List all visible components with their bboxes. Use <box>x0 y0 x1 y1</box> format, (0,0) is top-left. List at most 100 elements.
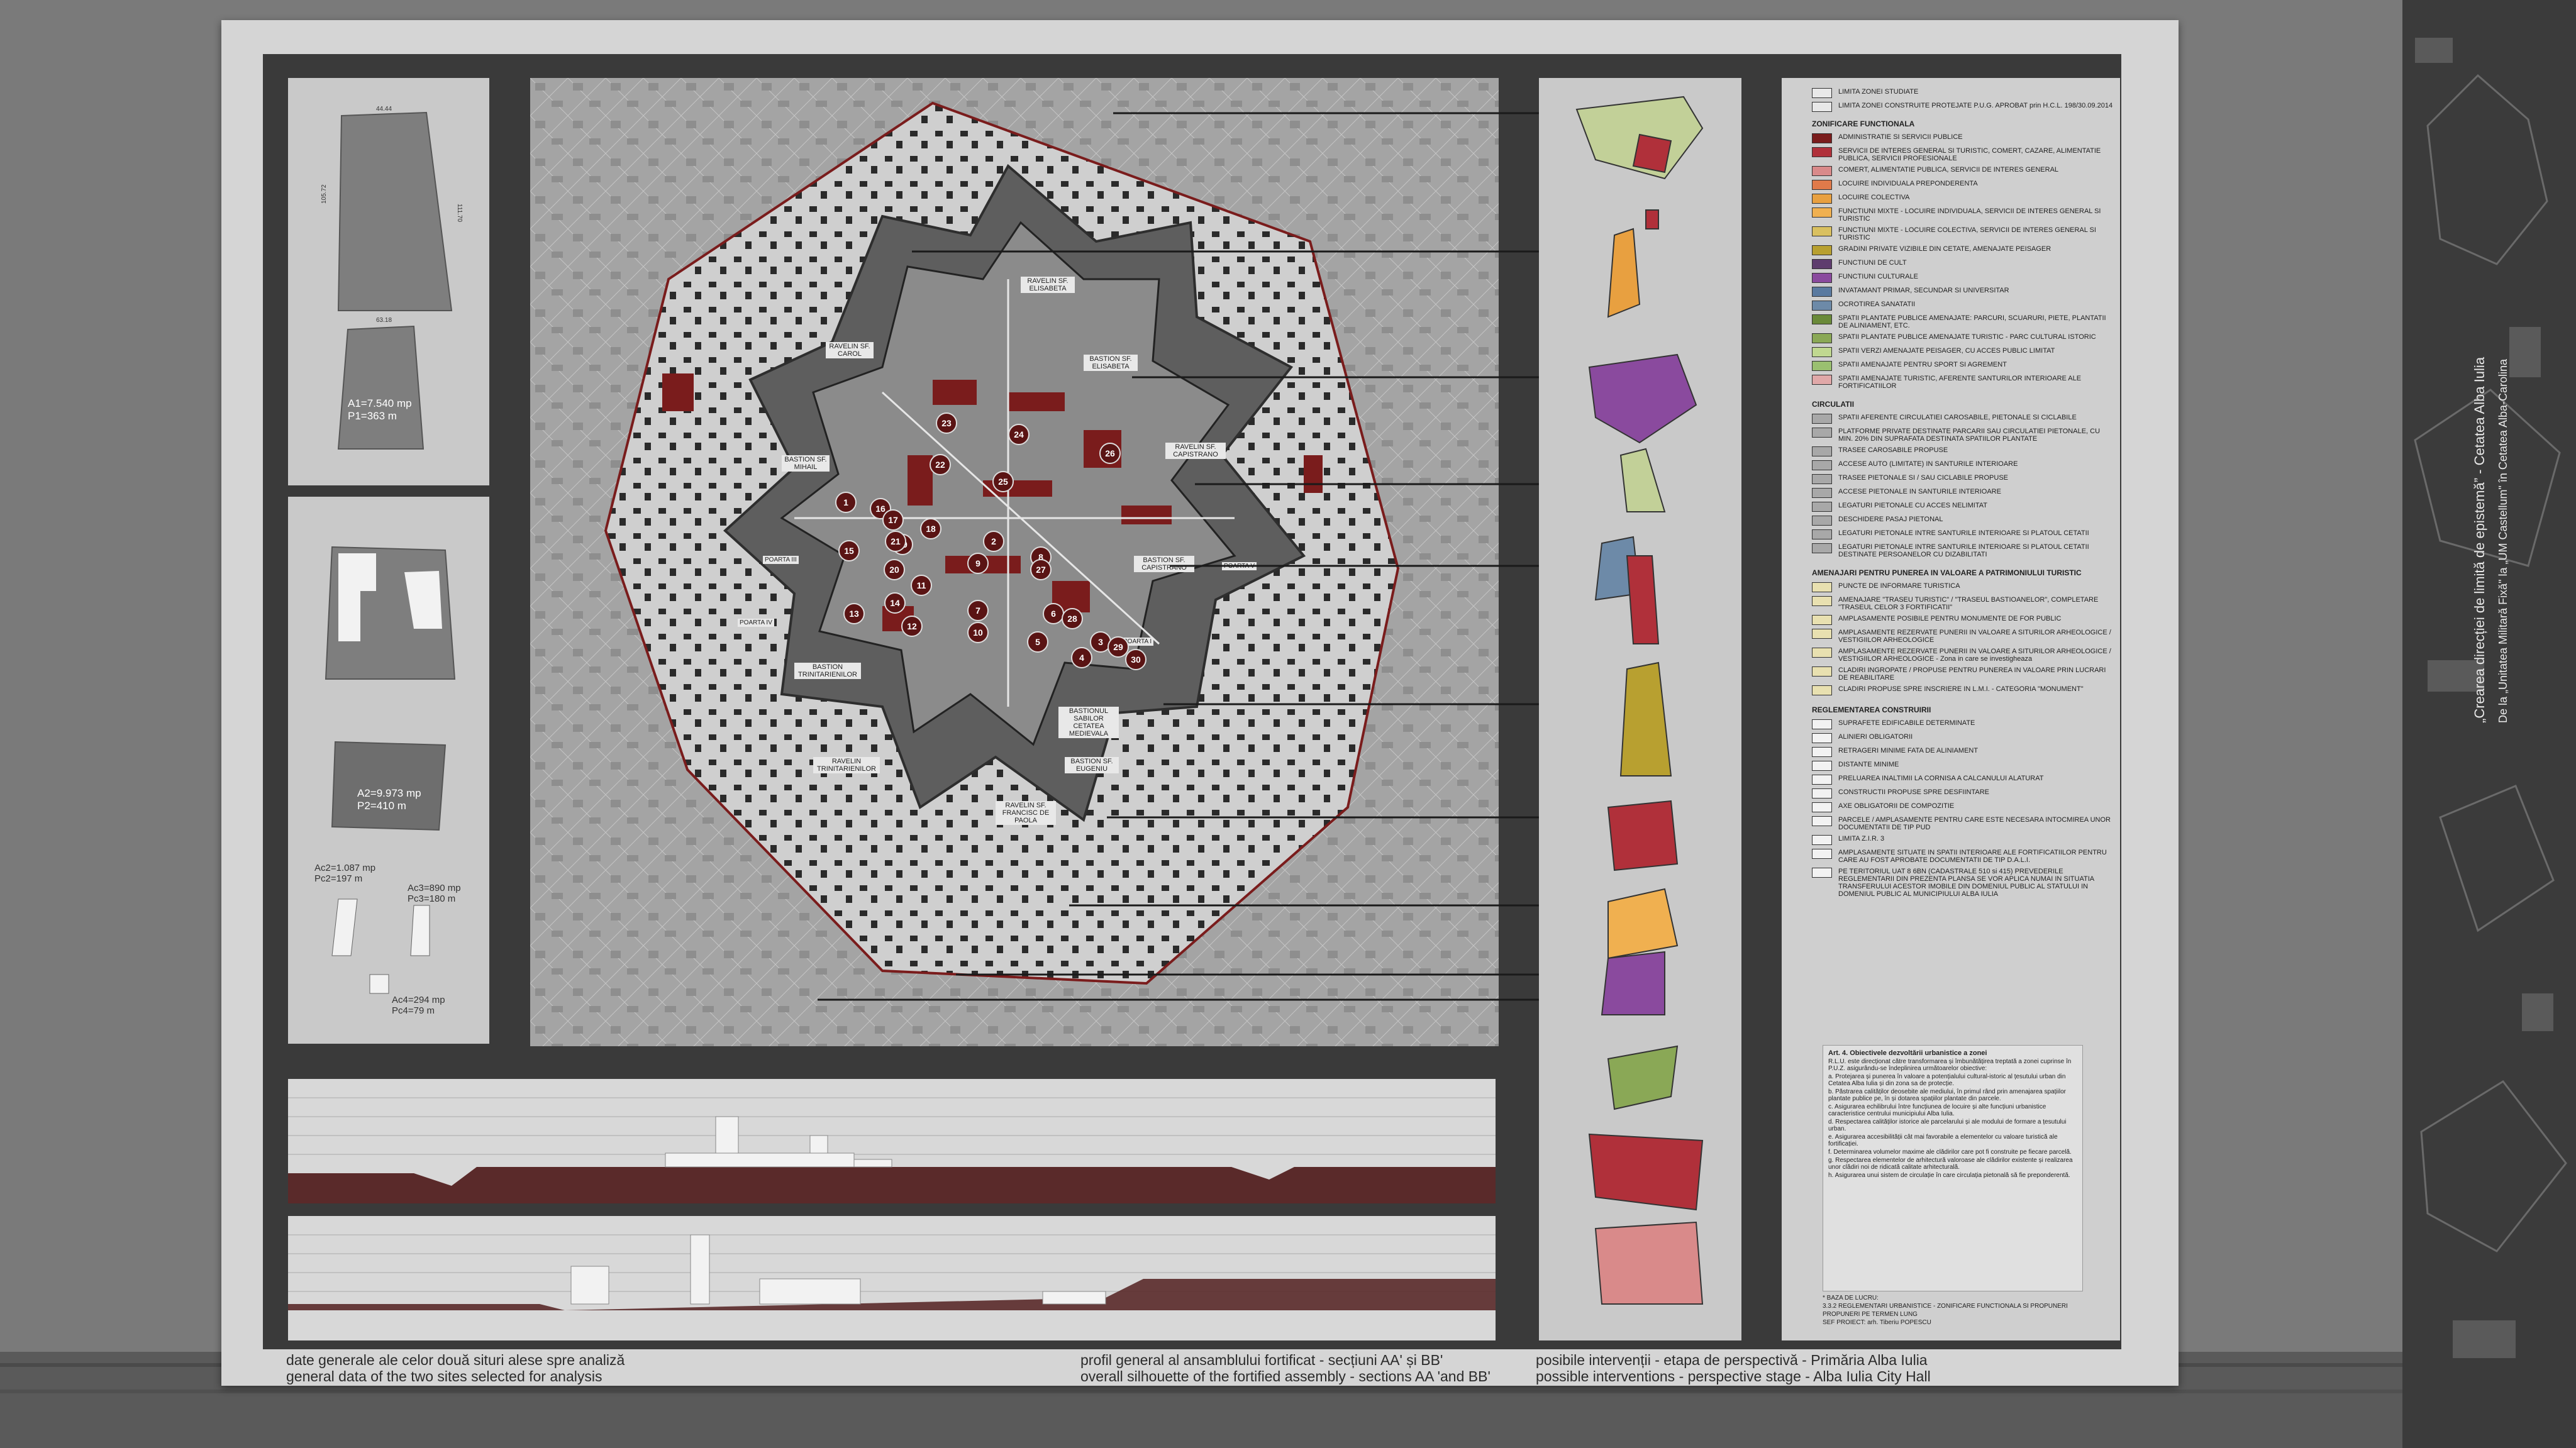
legend-heading: REGLEMENTAREA CONSTRUIRII <box>1812 705 1931 714</box>
site-2-panel: A2=9.973 mp P2=410 m Ac2=1.087 mp Pc2=19… <box>288 497 489 1044</box>
legend-label: PUNCTE DE INFORMARE TURISTICA <box>1838 582 1960 590</box>
legend-label: CONSTRUCTII PROPUSE SPRE DESFIINTARE <box>1838 788 1989 796</box>
objective-item: f. Determinarea volumelor maxime ale clă… <box>1828 1149 2072 1156</box>
legend-label: FUNCTIUNI DE CULT <box>1838 259 1907 267</box>
caption-interventions: posibile intervenții - etapa de perspect… <box>1536 1352 1931 1384</box>
footnote-line: 3.3.2 REGLEMENTARI URBANISTICE - ZONIFIC… <box>1823 1303 2068 1310</box>
legend-label: FUNCTIUNI CULTURALE <box>1838 273 1918 280</box>
legend-swatch <box>1812 287 1832 297</box>
objective-item: b. Păstrarea calităților deosebite ale m… <box>1828 1088 2066 1102</box>
legend-heading: ZONIFICARE FUNCTIONALA <box>1812 119 1915 128</box>
legend-label: FUNCTIUNI MIXTE - LOCUIRE INDIVIDUALA, S… <box>1838 207 2101 223</box>
footnote: * BAZA DE LUCRU: 3.3.2 REGLEMENTARI URBA… <box>1823 1294 2068 1327</box>
legend-swatch <box>1812 301 1832 311</box>
interventions-panel <box>1539 78 1741 1340</box>
site-2-perimeter: P2=410 m <box>357 800 406 812</box>
legend-swatch <box>1812 666 1832 677</box>
legend-label: ACCESE AUTO (LIMITATE) IN SANTURILE INTE… <box>1838 460 2018 468</box>
legend-label: PLATFORME PRIVATE DESTINATE PARCARII SAU… <box>1838 428 2101 443</box>
legend-swatch <box>1812 245 1832 255</box>
legend-label: PRELUAREA INALTIMII LA CORNISA A CALCANU… <box>1838 775 2044 782</box>
footnote-line: * BAZA DE LUCRU: <box>1823 1295 1879 1302</box>
legend-swatch <box>1812 615 1832 625</box>
site-2-ac2: Ac2=1.087 mp <box>314 863 376 873</box>
legend-swatch <box>1812 849 1832 859</box>
legend-label: TRASEE PIETONALE SI / SAU CICLABILE PROP… <box>1838 474 2008 482</box>
legend-label: ALINIERI OBLIGATORII <box>1838 733 1913 741</box>
caption-site-data: date generale ale celor două situri ales… <box>286 1352 625 1384</box>
site-1-panel: 44.44 63.18 105.72 111.70 A1=7.540 mp P1… <box>288 78 489 485</box>
legend-label: SPATII PLANTATE PUBLICE AMENAJATE: PARCU… <box>1838 314 2106 329</box>
legend-swatch <box>1812 259 1832 269</box>
footnote-line: PROPUNERI PE TERMEN LUNG <box>1823 1311 1918 1318</box>
legend-swatch <box>1812 194 1832 204</box>
legend-label: SPATII AMENAJATE PENTRU SPORT SI AGREMEN… <box>1838 361 2007 368</box>
legend-label: LEGATURI PIETONALE INTRE SANTURILE INTER… <box>1838 529 2089 537</box>
objective-item: a. Protejarea și punerea în valoare a po… <box>1828 1073 2066 1087</box>
site-1-area: A1=7.540 mp <box>348 397 412 409</box>
legend-label: LOCUIRE COLECTIVA <box>1838 194 1910 201</box>
objectives-intro: R.L.U. este direcționat către transforma… <box>1828 1058 2072 1072</box>
legend-swatch <box>1812 226 1832 236</box>
site-2-area: A2=9.973 mp <box>357 787 421 799</box>
site-2-pc3: Pc3=180 m <box>408 893 456 904</box>
legend-swatch <box>1812 460 1832 470</box>
legend-swatch <box>1812 788 1832 799</box>
site-2-ac3: Ac3=890 mp <box>408 883 461 893</box>
legend-label: SPATII AFERENTE CIRCULATIEI CAROSABILE, … <box>1838 414 2077 421</box>
legend-label: SERVICII DE INTERES GENERAL SI TURISTIC,… <box>1838 147 2101 162</box>
side-subtitle: De la „Unitatea Militară Fixă" la „UM Ca… <box>2497 359 2509 723</box>
site-1-plan: 44.44 63.18 105.72 111.70 <box>321 106 463 450</box>
site-2-pc4: Pc4=79 m <box>392 1005 435 1016</box>
legend-swatch <box>1812 596 1832 606</box>
legend-label: ACCESE PIETONALE IN SANTURILE INTERIOARE <box>1838 488 2001 495</box>
legend-swatch <box>1812 775 1832 785</box>
side-title: „Crearea direcției de limită de epistemă… <box>2472 356 2487 723</box>
legend-swatch <box>1812 835 1832 845</box>
legend-swatch <box>1812 207 1832 218</box>
legend-swatch <box>1812 414 1832 424</box>
legend-swatch <box>1812 747 1832 757</box>
legend-swatch <box>1812 488 1832 498</box>
legend-label: SPATII VERZI AMENAJATE PEISAGER, CU ACCE… <box>1838 347 2055 355</box>
legend-label: SPATII PLANTATE PUBLICE AMENAJATE TURIST… <box>1838 333 2096 341</box>
objective-item: e. Asigurarea accesibilității cât mai fa… <box>1828 1134 2058 1147</box>
svg-text:111.70: 111.70 <box>456 204 463 223</box>
legend-swatch <box>1812 314 1832 324</box>
site-1-perimeter: P1=363 m <box>348 410 397 422</box>
legend-swatch <box>1812 761 1832 771</box>
caption-interventions-ro: posibile intervenții - etapa de perspect… <box>1536 1352 1928 1368</box>
legend-label: INVATAMANT PRIMAR, SECUNDAR SI UNIVERSIT… <box>1838 287 2009 294</box>
legend-swatch <box>1812 428 1832 438</box>
legend-swatch <box>1812 347 1832 357</box>
legend-swatch <box>1812 333 1832 343</box>
legend-label: DESCHIDERE PASAJ PIETONAL <box>1838 516 1943 523</box>
legend-swatch <box>1812 685 1832 695</box>
objective-item: c. Asigurarea echilibrului între funcțiu… <box>1828 1103 2046 1117</box>
legend-swatch <box>1812 516 1832 526</box>
legend-label: GRADINI PRIVATE VIZIBILE DIN CETATE, AME… <box>1838 245 2051 253</box>
legend-swatch <box>1812 582 1832 592</box>
legend-swatch <box>1812 133 1832 143</box>
legend-label: LEGATURI PIETONALE CU ACCES NELIMITAT <box>1838 502 1987 509</box>
legend-label: LEGATURI PIETONALE INTRE SANTURILE INTER… <box>1838 543 2089 558</box>
site-2-plan <box>325 546 456 994</box>
legend-label: PE TERITORIUL UAT 8 6BN (CADASTRALE 510 … <box>1838 868 2094 898</box>
svg-text:105.72: 105.72 <box>321 184 328 204</box>
legend-label: SUPRAFETE EDIFICABILE DETERMINATE <box>1838 719 1975 727</box>
legend-heading: CIRCULATII <box>1812 400 1855 409</box>
footnote-line: SEF PROIECT: arh. Tiberiu POPESCU <box>1823 1319 1931 1326</box>
objectives-title: Art. 4. Obiectivele dezvoltării urbanist… <box>1828 1049 1987 1057</box>
objective-item: g. Respectarea elementelor de arhitectur… <box>1828 1157 2073 1171</box>
legend-label: LIMITA ZONEI CONSTRUITE PROTEJATE P.U.G.… <box>1838 102 2113 109</box>
section-bb-drawing <box>288 1234 1496 1310</box>
section-bb <box>288 1216 1496 1340</box>
legend-label: TRASEE CAROSABILE PROPUSE <box>1838 446 1948 454</box>
caption-site-data-en: general data of the two sites selected f… <box>286 1368 602 1384</box>
legend-swatch <box>1812 273 1832 283</box>
legend-swatch <box>1812 719 1832 729</box>
caption-sections: profil general al ansamblului fortificat… <box>1080 1352 1491 1384</box>
legend-swatch <box>1812 802 1832 812</box>
caption-sections-en: overall silhouette of the fortified asse… <box>1080 1368 1491 1384</box>
objectives-box: Art. 4. Obiectivele dezvoltării urbanist… <box>1823 1045 2083 1291</box>
